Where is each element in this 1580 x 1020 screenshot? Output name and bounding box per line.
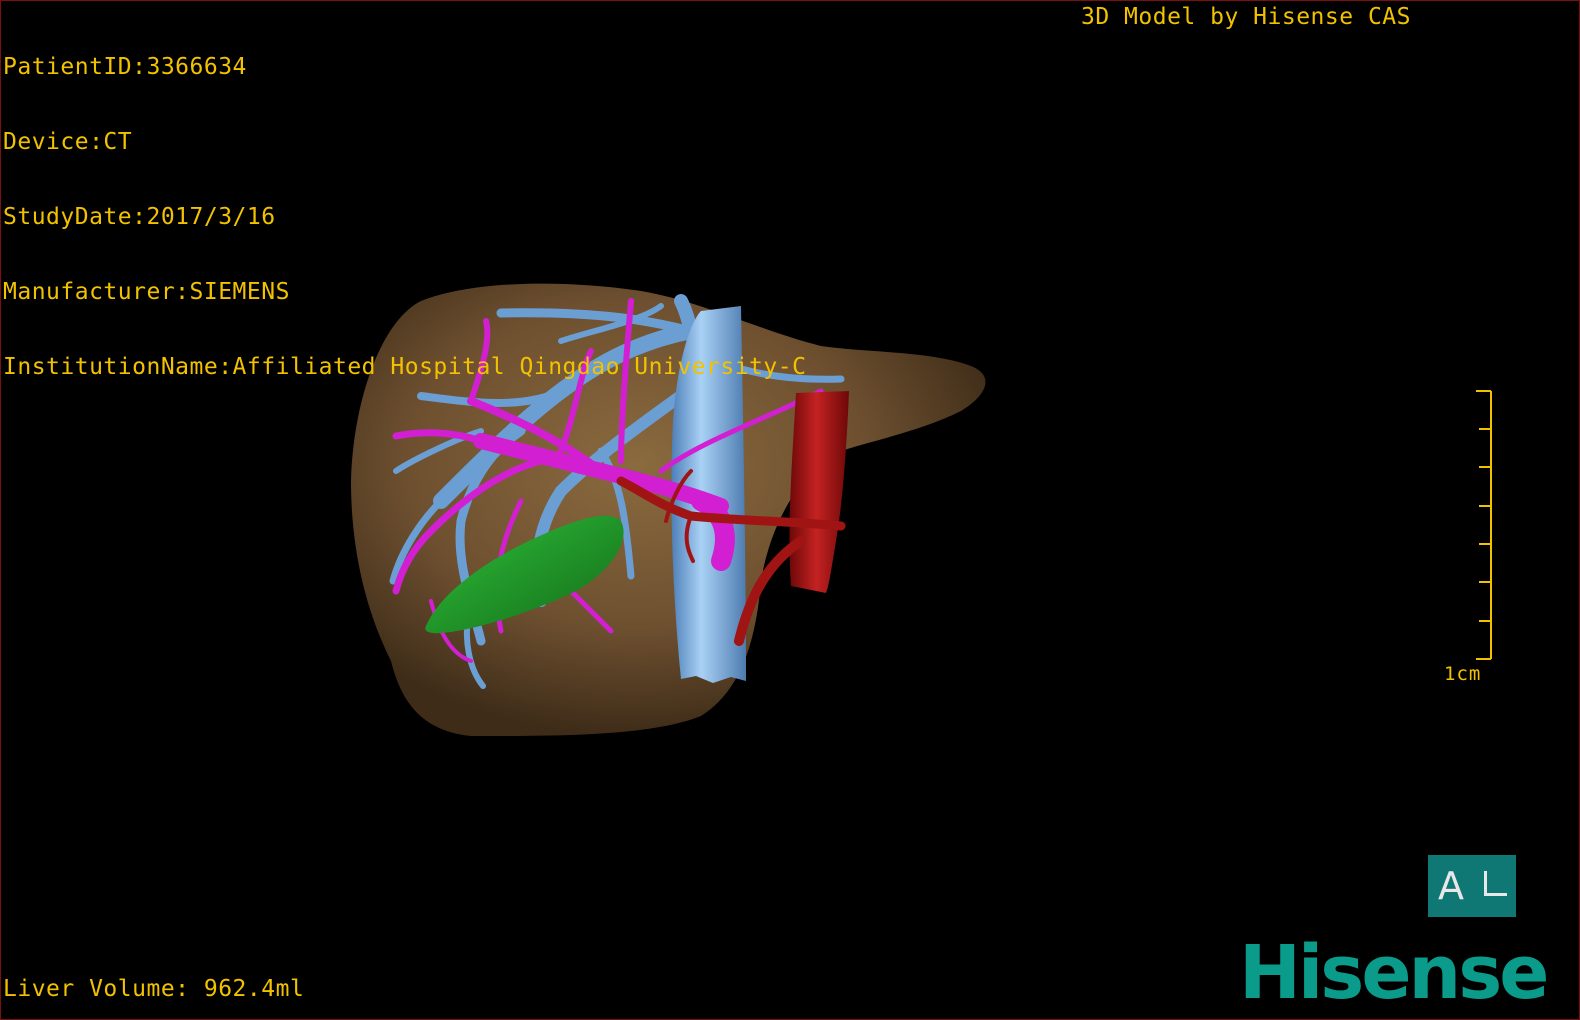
liver-volume-text: Liver Volume: 962.4ml <box>3 976 305 1002</box>
institution-text: InstitutionName:Affiliated Hospital Qing… <box>3 354 807 380</box>
orientation-indicator[interactable]: A <box>1428 855 1516 917</box>
dicom-info-panel: PatientID:3366634 Device:CT StudyDate:20… <box>3 5 806 430</box>
manufacturer-text: Manufacturer:SIEMENS <box>3 279 290 305</box>
scale-bar <box>1476 390 1492 660</box>
3d-viewport[interactable]: PatientID:3366634 Device:CT StudyDate:20… <box>0 0 1580 1020</box>
model-credit: 3D Model by Hisense CAS <box>1081 4 1411 30</box>
hisense-logo: Hisense <box>1239 930 1549 1016</box>
orientation-corner-icon <box>1484 870 1507 896</box>
study-date-text: StudyDate:2017/3/16 <box>3 204 276 230</box>
scale-label: 1cm <box>1444 663 1482 685</box>
patient-id-text: PatientID:3366634 <box>3 54 247 80</box>
orientation-label: A <box>1438 864 1464 908</box>
device-text: Device:CT <box>3 129 133 155</box>
